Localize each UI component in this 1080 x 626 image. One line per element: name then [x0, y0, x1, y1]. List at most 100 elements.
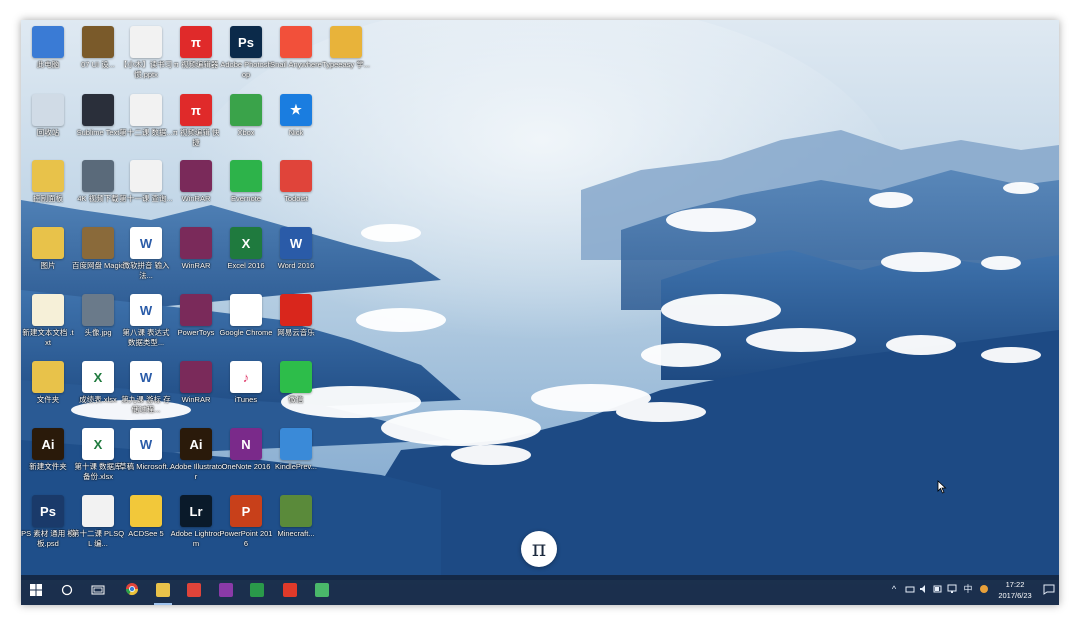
- desktop-icon[interactable]: KindlePrev...: [269, 424, 323, 488]
- desktop-icon[interactable]: Minecraft...: [269, 491, 323, 555]
- taskbar-onenote[interactable]: [211, 575, 241, 605]
- desktop-icon[interactable]: W 草稿 Microsoft...: [119, 424, 173, 488]
- desktop-icon[interactable]: W Word 2016: [269, 223, 323, 287]
- tray-app-icon[interactable]: [979, 584, 989, 595]
- desktop-icon[interactable]: 【小木】读书习惯.pptx: [119, 22, 173, 86]
- task-view-button[interactable]: [83, 575, 113, 605]
- sublime-text-icon: [82, 94, 114, 126]
- desktop-icon-label: Excel 2016: [227, 261, 265, 270]
- desktop-icon[interactable]: PowerToys: [169, 290, 223, 354]
- this-pc-icon: [32, 26, 64, 58]
- desktop-icon[interactable]: 新建文本文档 .txt: [21, 290, 75, 354]
- task-view-icon: [91, 581, 105, 600]
- start-button[interactable]: [21, 575, 51, 605]
- desktop-icon[interactable]: Typeeasy 学...: [319, 22, 373, 86]
- desktop-icon[interactable]: 4K 视频下载: [71, 156, 125, 220]
- desktop-icon[interactable]: Google Chrome: [219, 290, 273, 354]
- icon-glyph: Ps: [40, 503, 56, 519]
- desktop-icon[interactable]: WinRAR: [169, 357, 223, 421]
- onenote-icon: [219, 583, 233, 597]
- pdf-file-icon: [130, 160, 162, 192]
- word-doc-icon: W: [130, 294, 162, 326]
- desktop-icon-label: π 视频编辑器: [173, 60, 219, 69]
- desktop-icon[interactable]: 第十二课 数据...: [119, 90, 173, 154]
- pi-floating-button[interactable]: π: [521, 531, 557, 567]
- taskbar-file-explorer[interactable]: [148, 575, 178, 605]
- desktop-icon[interactable]: X Excel 2016: [219, 223, 273, 287]
- desktop-icon[interactable]: Snail Anywhere: [269, 22, 323, 86]
- action-center-icon[interactable]: [1043, 584, 1055, 595]
- desktop-icon[interactable]: Evernote: [219, 156, 273, 220]
- desktop-icon[interactable]: 文件夹: [21, 357, 75, 421]
- desktop-icon-label: Xbox: [237, 128, 255, 137]
- powerpoint-icon: P: [230, 495, 262, 527]
- desktop-icon[interactable]: 微信: [269, 357, 323, 421]
- icon-glyph: Lr: [189, 503, 203, 519]
- desktop-icon-label: π 视频编辑 快捷: [172, 128, 220, 147]
- desktop-icon[interactable]: W 第九课 游标 存储过程...: [119, 357, 173, 421]
- desktop-icon[interactable]: Xbox: [219, 90, 273, 154]
- image-file-icon: [82, 294, 114, 326]
- tray-chevron-icon[interactable]: ^: [889, 584, 899, 595]
- desktop-icon[interactable]: WinRAR: [169, 223, 223, 287]
- desktop-icon[interactable]: W 第八课 表达式 数据类型...: [119, 290, 173, 354]
- desktop-icon[interactable]: ★ Nick: [269, 90, 323, 154]
- desktop-icon[interactable]: ACDSee 5: [119, 491, 173, 555]
- desktop-icon[interactable]: W 微软拼音 输入法...: [119, 223, 173, 287]
- desktop-icon[interactable]: Ai 新建文件夹: [21, 424, 75, 488]
- desktop-icon[interactable]: WinRAR: [169, 156, 223, 220]
- desktop-icon[interactable]: N OneNote 2016: [219, 424, 273, 488]
- desktop-icon[interactable]: Todoist: [269, 156, 323, 220]
- winrar-icon: [180, 361, 212, 393]
- winrar-icon: [180, 160, 212, 192]
- taskbar-app-green[interactable]: [307, 575, 337, 605]
- search-button[interactable]: [52, 575, 82, 605]
- tray-volume-icon[interactable]: [919, 584, 929, 595]
- desktop-icon[interactable]: Ai Adobe Illustrator: [169, 424, 223, 488]
- icon-glyph: Ps: [238, 34, 254, 50]
- desktop-icon-label: 第十课 数据库 备份.xlsx: [74, 462, 122, 481]
- desktop-icon[interactable]: 控制面板: [21, 156, 75, 220]
- photoshop-file-icon: Ps: [32, 495, 64, 527]
- desktop-icon[interactable]: π π 视频编辑器: [169, 22, 223, 86]
- desktop-icon[interactable]: Sublime Text: [71, 90, 125, 154]
- desktop-icon[interactable]: X 成绩表.xlsx: [71, 357, 125, 421]
- desktop-icon[interactable]: Lr Adobe Lightroom: [169, 491, 223, 555]
- desktop-icon[interactable]: ♪ iTunes: [219, 357, 273, 421]
- desktop-icon-label: 新建文本文档 .txt: [22, 328, 74, 347]
- taskbar-app-red[interactable]: [179, 575, 209, 605]
- desktop-icon[interactable]: 图片: [21, 223, 75, 287]
- tray-display-icon[interactable]: [947, 584, 957, 595]
- desktop-icon-label: KindlePrev...: [275, 462, 317, 471]
- desktop-icon[interactable]: Ps Adobe Photoshop: [219, 22, 273, 86]
- desktop-icon[interactable]: Ps PS 素材 通用 模板.psd: [21, 491, 75, 555]
- desktop-icon[interactable]: 回收站: [21, 90, 75, 154]
- netease-music-icon: [280, 294, 312, 326]
- desktop-icon[interactable]: X 第十课 数据库 备份.xlsx: [71, 424, 125, 488]
- desktop-icon[interactable]: 此电脑: [21, 22, 75, 86]
- tray-network-icon[interactable]: [905, 584, 915, 595]
- icon-glyph: Ai: [41, 436, 55, 452]
- taskbar-chrome[interactable]: [117, 575, 147, 605]
- desktop-icon-label: 成绩表.xlsx: [79, 395, 117, 404]
- desktop-icon-label: ACDSee 5: [128, 529, 164, 538]
- taskbar-netease[interactable]: [275, 575, 305, 605]
- folder-yellow-icon: [32, 361, 64, 393]
- desktop-icon[interactable]: π π 视频编辑 快捷: [169, 90, 223, 154]
- desktop-icon[interactable]: 百度网盘 Magic: [71, 223, 125, 287]
- desktop-icon[interactable]: 网易云音乐: [269, 290, 323, 354]
- desktop-icon[interactable]: 头像.jpg: [71, 290, 125, 354]
- desktop-icon[interactable]: 第十二课 PLSQL 编...: [71, 491, 125, 555]
- desktop-window: 此电脑 07 UI 设... 【小木】读书习惯.pptx π π 视频编辑器 Ps Adob…: [21, 20, 1059, 605]
- tray-battery-icon[interactable]: [933, 584, 943, 595]
- winrar-icon: [180, 227, 212, 259]
- desktop-icon-label: Adobe Lightroom: [170, 529, 222, 548]
- taskbar-excel[interactable]: [242, 575, 272, 605]
- desktop-icon[interactable]: 第十一课 查询...: [119, 156, 173, 220]
- clock-time: 17:22: [1005, 580, 1025, 589]
- tray-ime-indicator[interactable]: 中: [963, 584, 973, 595]
- desktop-icon[interactable]: P PowerPoint 2016: [219, 491, 273, 555]
- desktop-icon-label: 控制面板: [33, 194, 63, 203]
- desktop-icon[interactable]: 07 UI 设...: [71, 22, 125, 86]
- taskbar-clock[interactable]: 17:22 2017/6/23: [993, 579, 1037, 601]
